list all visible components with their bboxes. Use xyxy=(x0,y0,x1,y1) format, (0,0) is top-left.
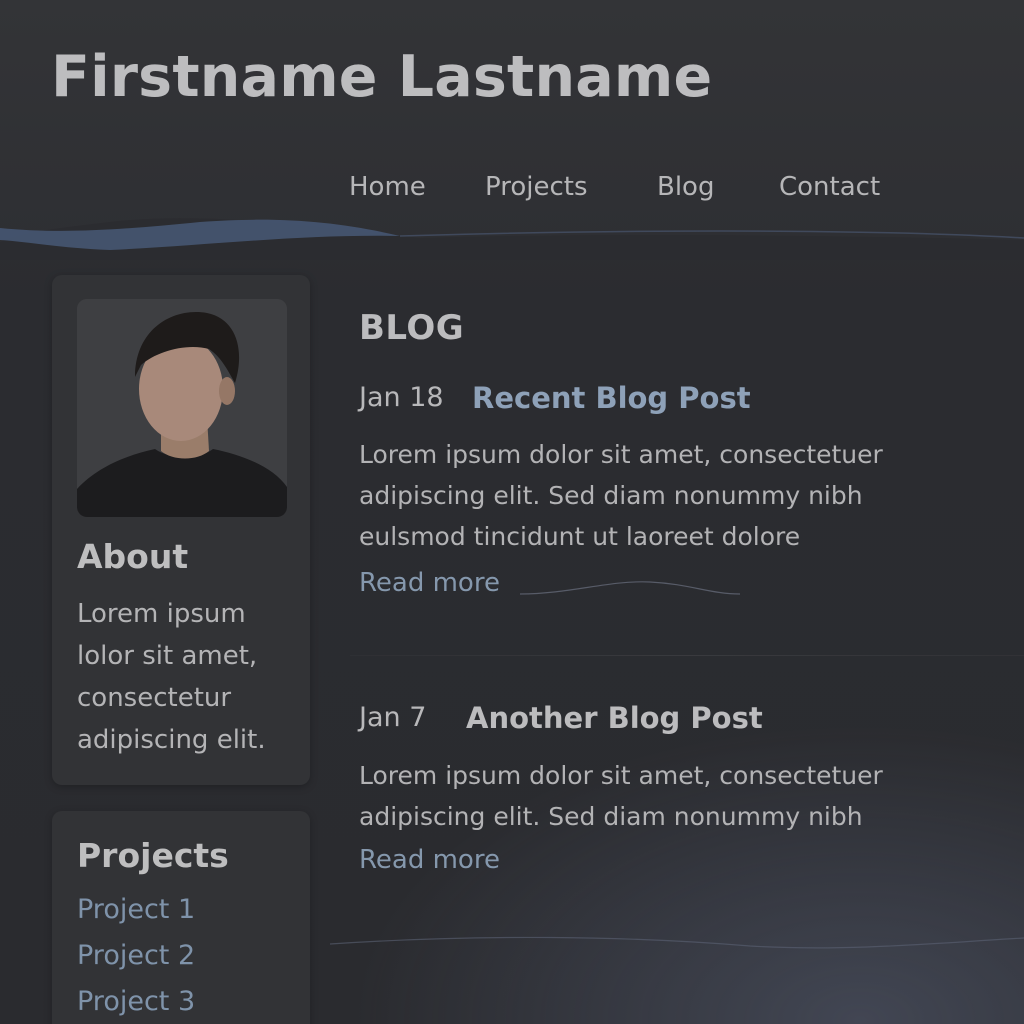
blog-section-title: BLOG xyxy=(359,308,465,348)
projects-card: Projects Project 1 Project 2 Project 3 xyxy=(52,811,310,1024)
site-header: Firstname Lastname Home Projects Blog Co… xyxy=(0,0,1024,245)
nav-blog[interactable]: Blog xyxy=(657,172,714,202)
nav-projects[interactable]: Projects xyxy=(485,172,588,202)
site-title: Firstname Lastname xyxy=(51,44,713,110)
header-wave-divider xyxy=(0,218,1024,260)
decorative-flourish xyxy=(520,581,740,595)
avatar xyxy=(77,299,287,517)
main-nav: Home Projects Blog Contact xyxy=(0,172,1024,212)
post-divider xyxy=(350,655,1024,656)
post-title-link[interactable]: Another Blog Post xyxy=(466,701,763,735)
project-link-1[interactable]: Project 1 xyxy=(77,894,195,925)
about-card: About Lorem ipsum lolor sit amet, consec… xyxy=(52,275,310,785)
post-title-link[interactable]: Recent Blog Post xyxy=(472,381,751,415)
post-excerpt: Lorem ipsum dolor sit amet, consectetuer… xyxy=(359,440,883,551)
about-heading: About xyxy=(77,537,189,576)
project-link-3[interactable]: Project 3 xyxy=(77,986,195,1017)
post-excerpt: Lorem ipsum dolor sit amet, consectetuer… xyxy=(359,761,883,831)
profile-photo-icon xyxy=(77,299,287,517)
about-text: Lorem ipsum lolor sit amet, consectetur … xyxy=(77,599,266,755)
read-more-link[interactable]: Read more xyxy=(359,568,500,598)
post-date: Jan 7 xyxy=(359,702,427,733)
bottom-wave-divider xyxy=(330,936,1024,949)
nav-home[interactable]: Home xyxy=(349,172,426,202)
nav-contact[interactable]: Contact xyxy=(779,172,880,202)
project-link-2[interactable]: Project 2 xyxy=(77,940,195,971)
post-date: Jan 18 xyxy=(359,382,444,413)
projects-heading: Projects xyxy=(77,836,229,875)
read-more-link[interactable]: Read more xyxy=(359,845,500,875)
